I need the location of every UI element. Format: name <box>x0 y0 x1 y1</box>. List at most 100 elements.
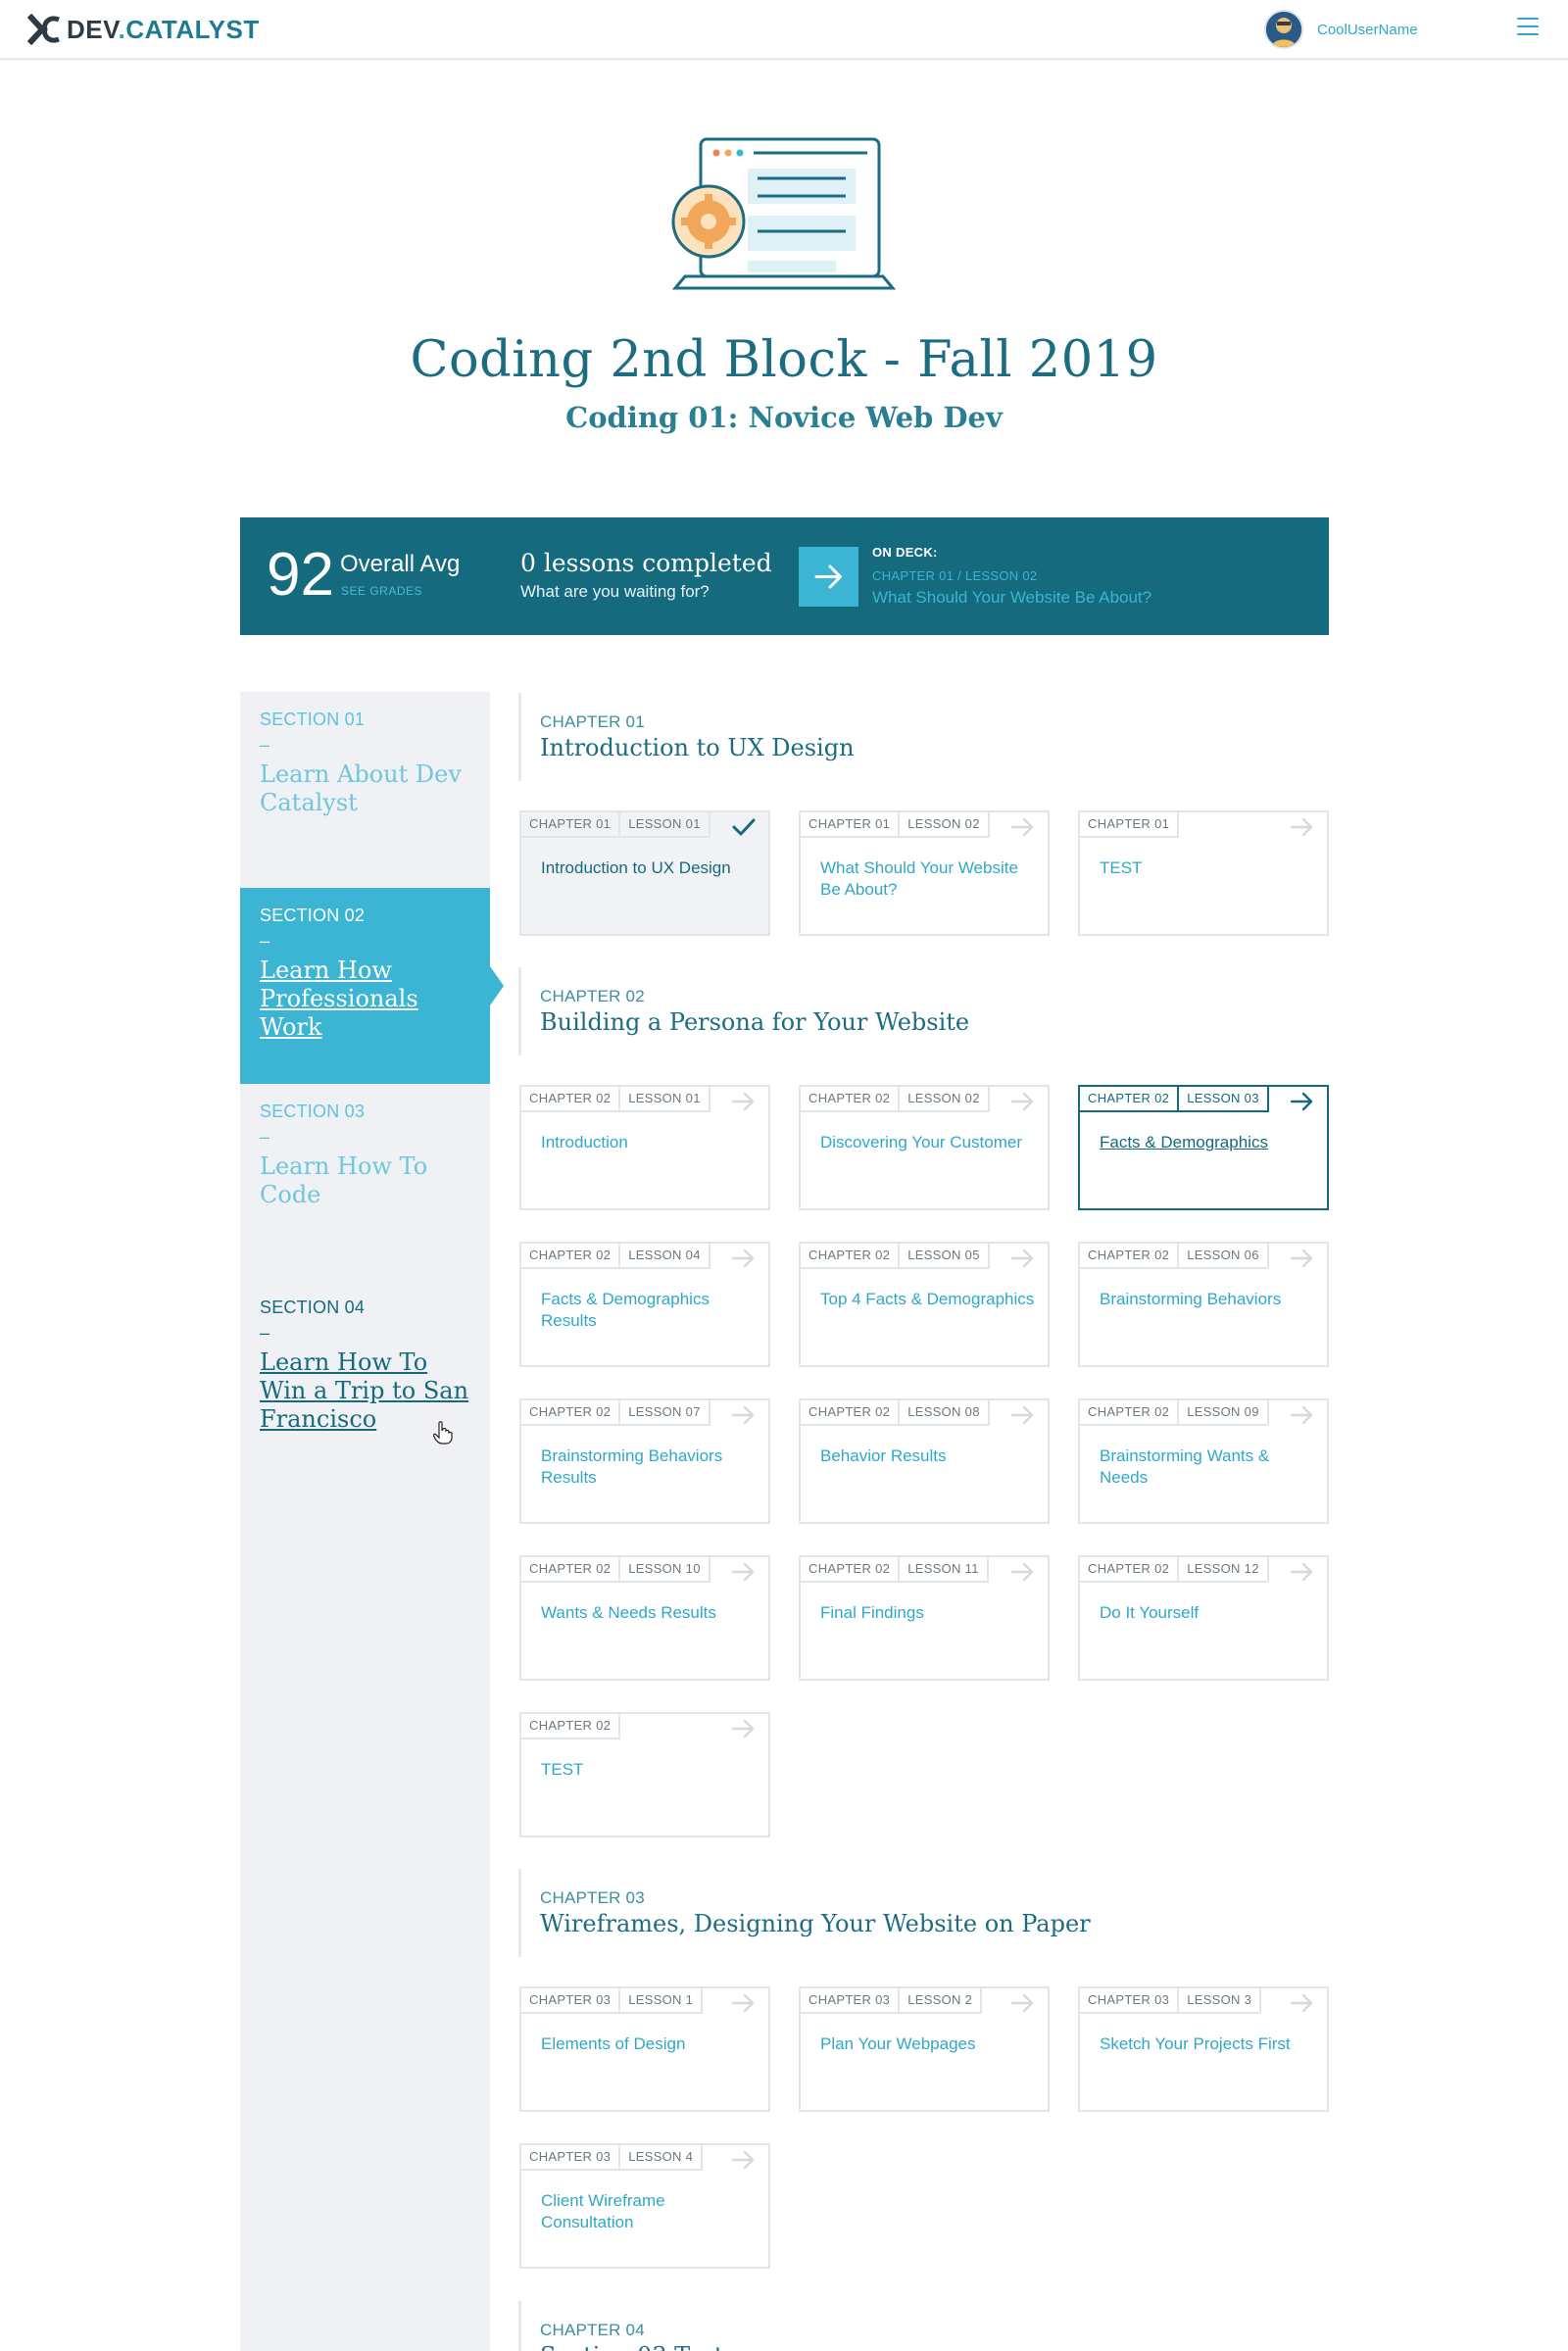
lesson-card[interactable]: CHAPTER 03 LESSON 1 Elements of Design <box>519 1986 770 2112</box>
lesson-tag: LESSON 3 <box>1177 1986 1262 2014</box>
lesson-card[interactable]: CHAPTER 02 LESSON 04 Facts & Demographics … <box>519 1242 770 1367</box>
section-label: SECTION 04 <box>260 1298 366 1317</box>
lesson-title: Client Wireframe Consultation <box>541 2191 665 2231</box>
on-deck-button[interactable] <box>799 547 858 607</box>
lesson-title: Sketch Your Projects First <box>1100 2034 1291 2053</box>
chapter-header-03: CHAPTER 03 Wireframes, Designing Your We… <box>518 1869 1329 1957</box>
arrow-right-icon <box>1010 1561 1036 1588</box>
lesson-tags: CHAPTER 03 LESSON 1 <box>519 1986 704 2014</box>
arrow-right-icon <box>1290 1405 1313 1425</box>
lesson-tags: CHAPTER 02 LESSON 11 <box>799 1555 989 1583</box>
dev-catalyst-logo[interactable]: DEV.CATALYST <box>27 14 260 45</box>
lesson-tag: LESSON 07 <box>618 1398 710 1426</box>
chapter-tag: CHAPTER 02 <box>519 1398 621 1426</box>
lesson-card[interactable]: CHAPTER 02 LESSON 08 Behavior Results <box>799 1398 1050 1524</box>
lesson-card[interactable]: CHAPTER 02 LESSON 12 Do It Yourself <box>1078 1555 1329 1681</box>
chapter-tag: CHAPTER 02 <box>1078 1085 1180 1112</box>
lesson-title: Behavior Results <box>820 1446 947 1465</box>
see-grades-link[interactable]: SEE GRADES <box>341 584 422 598</box>
lesson-tag: LESSON 06 <box>1177 1242 1269 1269</box>
arrow-right-icon <box>1010 1992 1036 2019</box>
sidebar-item-section-01[interactable]: SECTION 01 – Learn About Dev Catalyst <box>240 692 490 888</box>
lesson-card[interactable]: CHAPTER 01 TEST <box>1078 810 1329 936</box>
chapter-label: CHAPTER 01 <box>540 712 645 731</box>
lesson-card[interactable]: CHAPTER 03 LESSON 2 Plan Your Webpages <box>799 1986 1050 2112</box>
arrow-right-icon <box>1290 1092 1313 1111</box>
chapter-label: CHAPTER 03 <box>540 1888 645 1907</box>
arrow-right-icon <box>1290 1404 1315 1431</box>
arrow-right-icon <box>731 1562 755 1582</box>
lesson-tags: CHAPTER 02 LESSON 09 <box>1078 1398 1269 1426</box>
lesson-tags: CHAPTER 01 LESSON 02 <box>799 810 990 838</box>
sidebar-item-section-03[interactable]: SECTION 03 – Learn How To Code <box>240 1084 490 1280</box>
section-sidebar: SECTION 01 – Learn About Dev Catalyst SE… <box>240 692 504 2351</box>
lesson-title: Brainstorming Behaviors <box>1100 1290 1282 1308</box>
username[interactable]: CoolUserName <box>1317 22 1418 38</box>
arrow-right-icon <box>1010 1091 1036 1117</box>
lesson-card[interactable]: CHAPTER 02 LESSON 09 Brainstorming Wants &… <box>1078 1398 1329 1524</box>
arrow-right-icon <box>1010 1248 1036 1274</box>
lesson-card[interactable]: CHAPTER 02 LESSON 10 Wants & Needs Results <box>519 1555 770 1681</box>
chapter-label: CHAPTER 04 <box>540 2321 645 2339</box>
arrow-right-icon <box>1010 1405 1034 1425</box>
lesson-card[interactable]: CHAPTER 03 LESSON 4 Client Wireframe Consu… <box>519 2143 770 2269</box>
arrow-right-icon <box>731 2150 755 2170</box>
arrow-right-icon <box>1010 816 1036 843</box>
chapter-tag: CHAPTER 02 <box>1078 1398 1180 1426</box>
lesson-card[interactable]: CHAPTER 01 LESSON 02 What Should Your Webs… <box>799 810 1050 936</box>
arrow-right-icon <box>731 1993 755 2013</box>
lesson-card[interactable]: CHAPTER 02 LESSON 02 Discovering Your Cust… <box>799 1085 1050 1210</box>
arrow-right-icon <box>731 1404 757 1431</box>
top-navigation-bar: DEV.CATALYST CoolUserName <box>0 0 1568 60</box>
lesson-tag: LESSON 02 <box>898 1085 990 1112</box>
on-deck-lesson-link[interactable]: What Should Your Website Be About? <box>872 588 1152 608</box>
sidebar-item-section-02[interactable]: SECTION 02 – Learn How Professionals Wor… <box>240 888 504 1084</box>
lesson-title: What Should Your Website Be About? <box>820 858 1018 899</box>
arrow-right-icon <box>731 1718 757 1744</box>
arrow-right-icon <box>1290 816 1315 843</box>
lesson-card[interactable]: CHAPTER 02 LESSON 06 Brainstorming Behavio… <box>1078 1242 1329 1367</box>
on-deck-meta: CHAPTER 01 / LESSON 02 <box>872 568 1038 583</box>
lesson-card[interactable]: CHAPTER 02 LESSON 03 Facts & Demographics <box>1078 1085 1329 1210</box>
chapter-tag: CHAPTER 03 <box>519 1986 621 2014</box>
sidebar-item-section-04[interactable]: SECTION 04 – Learn How To Win a Trip to … <box>240 1280 490 1476</box>
section-title: Learn How Professionals Work <box>260 956 418 1041</box>
chapter-tag: CHAPTER 02 <box>519 1712 621 1739</box>
arrow-right-icon <box>1290 1561 1315 1588</box>
lesson-card[interactable]: CHAPTER 03 LESSON 3 Sketch Your Projects F… <box>1078 1986 1329 2112</box>
lesson-card[interactable]: CHAPTER 02 LESSON 11 Final Findings <box>799 1555 1050 1681</box>
lesson-title: Introduction <box>541 1133 628 1151</box>
lesson-tag: LESSON 10 <box>618 1555 710 1583</box>
overall-avg-value: 92 <box>267 541 334 609</box>
chapter-tag: CHAPTER 02 <box>519 1242 621 1269</box>
lesson-card[interactable]: CHAPTER 02 LESSON 07 Brainstorming Behavio… <box>519 1398 770 1524</box>
avatar[interactable] <box>1264 10 1303 49</box>
lesson-card[interactable]: CHAPTER 02 TEST <box>519 1712 770 1837</box>
hamburger-menu-icon[interactable] <box>1517 18 1539 39</box>
chapter-label: CHAPTER 02 <box>540 987 645 1005</box>
course-stats-bar: 92 Overall Avg SEE GRADES 0 lessons comp… <box>240 517 1329 635</box>
chapter-tag: CHAPTER 01 <box>519 810 621 838</box>
lesson-tags: CHAPTER 02 LESSON 12 <box>1078 1555 1269 1583</box>
arrow-right-icon <box>1290 1562 1313 1582</box>
arrow-right-icon <box>731 1092 755 1111</box>
lesson-card[interactable]: CHAPTER 02 LESSON 05 Top 4 Facts & Demogra… <box>799 1242 1050 1367</box>
lesson-tag: LESSON 04 <box>618 1242 710 1269</box>
lesson-tag: LESSON 1 <box>618 1986 704 2014</box>
section-dash: – <box>260 735 270 755</box>
section-label: SECTION 03 <box>260 1102 366 1121</box>
on-deck-label: ON DECK: <box>872 545 938 560</box>
hand-cursor-icon <box>433 1421 453 1445</box>
lesson-card[interactable]: CHAPTER 02 LESSON 01 Introduction <box>519 1085 770 1210</box>
lesson-card[interactable]: CHAPTER 01 LESSON 01 Introduction to UX De… <box>519 810 770 936</box>
user-menu[interactable]: CoolUserName <box>1264 10 1418 49</box>
chapter-header-02: CHAPTER 02 Building a Persona for Your W… <box>518 967 1329 1055</box>
lesson-title: Facts & Demographics Results <box>541 1290 710 1330</box>
lesson-title: Do It Yourself <box>1100 1603 1200 1622</box>
lesson-tags: CHAPTER 02 LESSON 10 <box>519 1555 710 1583</box>
arrow-right-icon <box>1010 1404 1036 1431</box>
section-dash: – <box>260 1127 270 1147</box>
arrow-right-icon <box>1010 1993 1034 2013</box>
arrow-right-icon <box>1010 1249 1034 1268</box>
arrow-right-icon <box>814 564 842 589</box>
